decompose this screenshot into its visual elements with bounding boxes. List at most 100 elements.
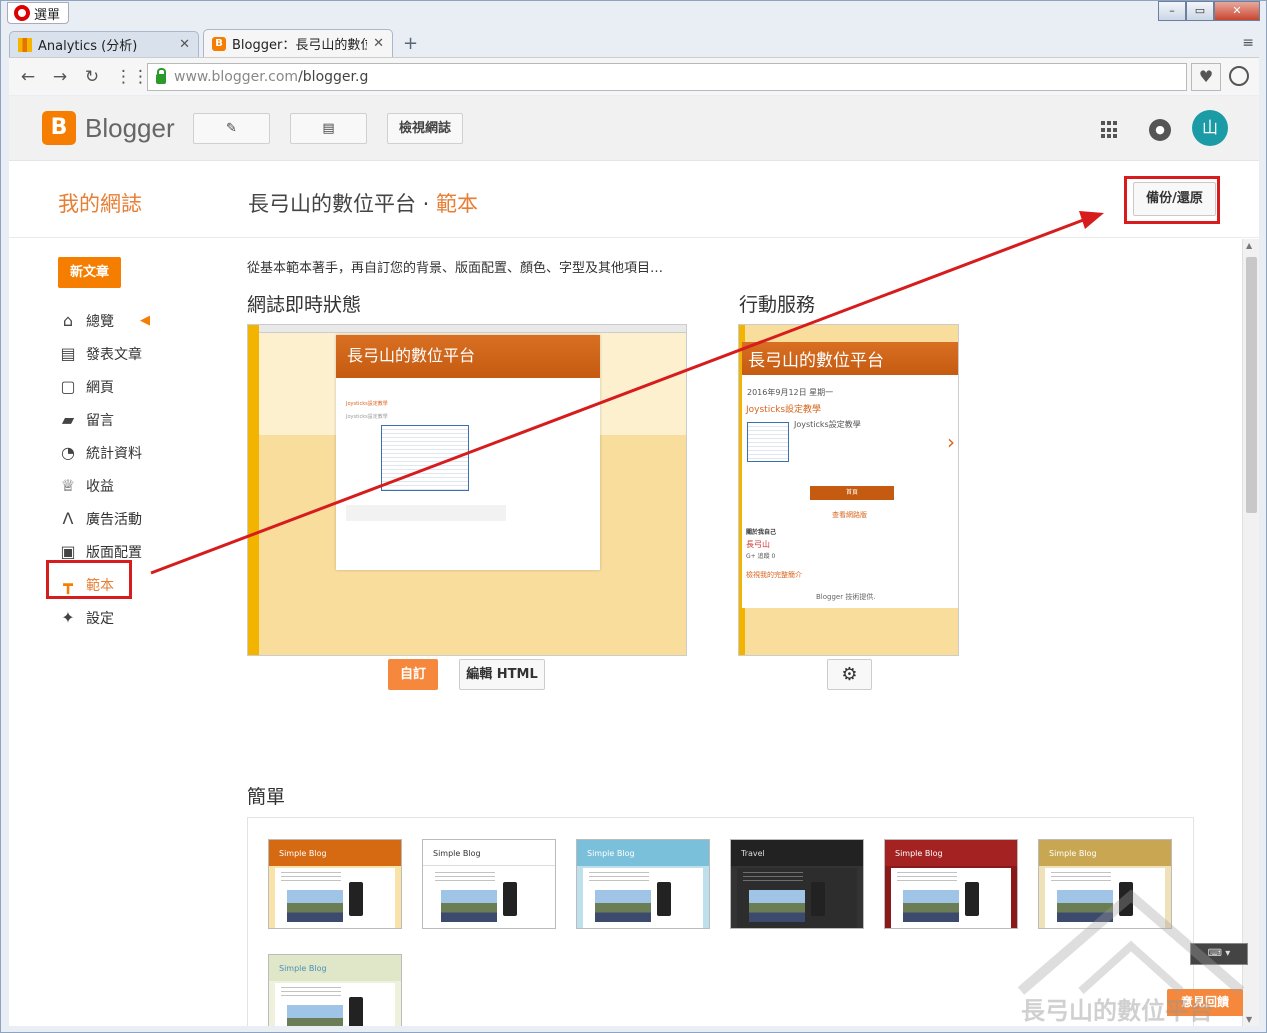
preview-screenshot-image: [381, 425, 469, 491]
theme-intro-text: 從基本範本著手，再自訂您的背景、版面配置、顏色、字型及其他項目…: [247, 261, 664, 276]
back-icon[interactable]: ←: [19, 67, 37, 87]
close-window-icon[interactable]: ✕: [1214, 1, 1260, 21]
preview-blog-title: 長弓山的數位平台: [336, 335, 600, 378]
sidebar-item-label: 留言: [86, 412, 114, 429]
my-blogs-link[interactable]: 我的網誌: [58, 188, 142, 218]
new-post-button[interactable]: 新文章: [58, 257, 121, 288]
template-thumb[interactable]: Simple Blog: [268, 954, 402, 1026]
keyboard-icon[interactable]: ⌨ ▾: [1190, 943, 1248, 965]
page-title: 長弓山的數位平台 · 範本: [248, 188, 478, 218]
preview-footer: [346, 505, 506, 521]
stats-icon: ◔: [61, 443, 75, 462]
backup-highlight-box: [1124, 176, 1220, 224]
opera-menu-button[interactable]: 選單: [7, 2, 70, 24]
posts-list-button[interactable]: ▤: [290, 113, 367, 144]
reload-icon[interactable]: ↻: [83, 67, 101, 87]
mobile-blog-preview[interactable]: 長弓山的數位平台 2016年9月12日 星期一 Joysticks設定教學 Jo…: [738, 324, 959, 656]
template-title: Simple Blog: [269, 840, 401, 866]
lock-icon: [156, 68, 166, 84]
sidebar-item-label: 收益: [86, 478, 114, 495]
sidebar-item-overview[interactable]: ⌂ 總覽 ◀: [58, 304, 150, 337]
sidebar-item-label: 統計資料: [86, 445, 142, 462]
sidebar-item-settings[interactable]: ✦ 設定: [58, 601, 150, 634]
sidebar-item-earnings[interactable]: ♕ 收益: [58, 469, 150, 502]
mobile-post-link: Joysticks設定教學: [746, 405, 822, 415]
blogger-logo[interactable]: B Blogger: [42, 111, 175, 145]
preview-left-bar: [248, 325, 259, 655]
template-thumb[interactable]: Simple Blog: [268, 839, 402, 929]
home-icon: ⌂: [62, 311, 74, 330]
tab-menu-icon[interactable]: ≡: [1242, 35, 1254, 51]
title-bar: 選單 – ▭ ✕: [1, 1, 1266, 29]
posts-icon: ▤: [322, 121, 335, 136]
speed-dial-icon[interactable]: ⋮⋮: [115, 67, 149, 87]
adwords-icon: Λ: [62, 509, 74, 528]
current-section: 範本: [436, 192, 479, 216]
scroll-up-icon[interactable]: ▲: [1246, 241, 1252, 250]
url-path: /blogger.g: [298, 69, 369, 85]
tab-strip-tools: ≡: [1242, 35, 1254, 51]
sidebar-item-campaigns[interactable]: Λ 廣告活動: [58, 502, 150, 535]
tab-blogger[interactable]: B Blogger：長弓山的數位平 ✕: [203, 29, 393, 57]
sidebar-item-label: 版面配置: [86, 544, 142, 561]
tab-title: Blogger：長弓山的數位平: [232, 38, 368, 53]
sidebar-item-label: 網頁: [86, 379, 114, 396]
mobile-web-version-link: 查看網路版: [832, 511, 867, 519]
sidebar-item-label: 總覽: [86, 313, 114, 330]
template-thumb[interactable]: Simple Blog: [576, 839, 710, 929]
sidebar-item-label: 設定: [86, 610, 114, 627]
template-thumb[interactable]: Simple Blog: [1038, 839, 1172, 929]
follow-count: 0: [771, 553, 776, 560]
sidebar-item-posts[interactable]: ▤ 發表文章: [58, 337, 150, 370]
close-tab-icon[interactable]: ✕: [373, 36, 384, 51]
template-thumb[interactable]: Simple Blog: [422, 839, 556, 929]
blog-name[interactable]: 長弓山的數位平台: [248, 192, 416, 216]
template-thumb[interactable]: Travel: [730, 839, 864, 929]
forward-icon[interactable]: →: [51, 67, 69, 87]
sidebar-item-pages[interactable]: ▢ 網頁: [58, 370, 150, 403]
mobile-blog-card: 長弓山的數位平台 2016年9月12日 星期一 Joysticks設定教學 Jo…: [742, 342, 958, 608]
view-blog-button[interactable]: 檢視網誌: [387, 113, 463, 144]
maximize-icon[interactable]: ▭: [1186, 1, 1214, 21]
customize-button[interactable]: 自訂: [388, 659, 438, 690]
preview-post-excerpt: Joysticks設定教學: [346, 414, 388, 420]
gplus-icon: G+: [746, 553, 758, 560]
new-post-pencil-button[interactable]: ✎: [193, 113, 270, 144]
megaphone-icon: ◀: [140, 313, 150, 328]
follow-label: 追蹤: [757, 553, 770, 560]
preview-blog-card: 長弓山的數位平台 Joysticks設定教學 Joysticks設定教學: [336, 335, 600, 570]
template-body: [583, 868, 703, 928]
comments-icon: ▰: [61, 410, 75, 429]
browser-window: 選單 – ▭ ✕ Analytics (分析) ✕ B Blogger：長弓山的…: [0, 0, 1267, 1033]
mobile-post-excerpt: Joysticks設定教學: [794, 420, 861, 429]
edit-html-button[interactable]: 編輯 HTML: [459, 659, 545, 690]
sidebar-item-stats[interactable]: ◔ 統計資料: [58, 436, 150, 469]
template-thumb[interactable]: Simple Blog: [884, 839, 1018, 929]
mobile-post-thumbnail: [747, 422, 789, 462]
window-controls: – ▭ ✕: [1158, 1, 1260, 21]
tab-analytics[interactable]: Analytics (分析) ✕: [9, 31, 199, 57]
template-title: Simple Blog: [1039, 840, 1171, 866]
scrollbar-thumb[interactable]: [1246, 257, 1257, 513]
mobile-settings-gear-icon[interactable]: ⚙: [827, 659, 872, 690]
sidebar-item-comments[interactable]: ▰ 留言: [58, 403, 150, 436]
blogger-favicon-icon: B: [212, 36, 226, 51]
template-body: [737, 868, 857, 928]
notifications-bell-icon[interactable]: ●: [1149, 119, 1171, 141]
bookmark-heart-icon[interactable]: ♥: [1191, 63, 1221, 91]
close-tab-icon[interactable]: ✕: [179, 37, 190, 52]
live-section-title: 網誌即時狀態: [247, 294, 362, 316]
new-tab-icon[interactable]: +: [403, 33, 418, 54]
mobile-author-name: 長弓山: [746, 540, 770, 549]
template-title: Simple Blog: [423, 840, 555, 866]
avatar[interactable]: 山: [1192, 110, 1228, 146]
apps-grid-icon[interactable]: [1101, 121, 1119, 139]
scroll-down-icon[interactable]: ▼: [1246, 1015, 1252, 1024]
live-blog-preview[interactable]: 長弓山的數位平台 Joysticks設定教學 Joysticks設定教學: [247, 324, 687, 656]
menu-label: 選單: [34, 7, 61, 23]
page-scrollbar[interactable]: ▲ ▼: [1242, 239, 1259, 1026]
mobile-powered-by: Blogger 技術提供.: [816, 593, 876, 601]
profile-icon[interactable]: [1229, 66, 1249, 86]
url-input[interactable]: www.blogger.com/blogger.g: [147, 63, 1187, 91]
minimize-icon[interactable]: –: [1158, 1, 1186, 21]
